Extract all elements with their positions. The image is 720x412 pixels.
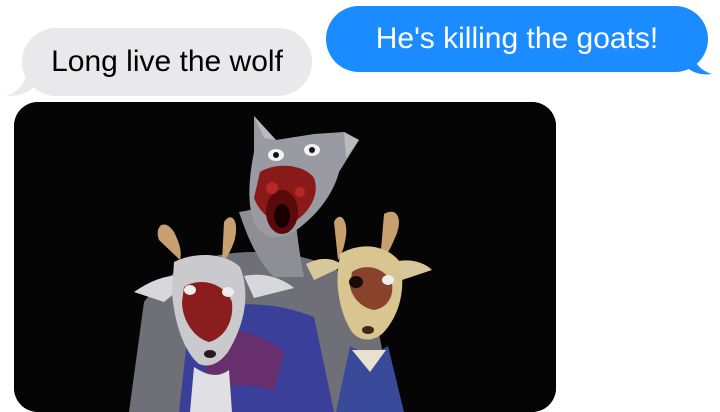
wolf-and-goats-illustration — [14, 102, 556, 412]
received-message-text: Long live the wolf — [51, 45, 283, 78]
received-message-bubble[interactable]: Long live the wolf — [22, 28, 312, 96]
image-message[interactable] — [14, 102, 556, 412]
sent-message-text: He's killing the goats! — [375, 22, 659, 55]
sent-bubble-tail — [684, 40, 712, 75]
received-bubble-tail — [6, 62, 36, 96]
sent-message-bubble[interactable]: He's killing the goats! — [326, 6, 708, 72]
